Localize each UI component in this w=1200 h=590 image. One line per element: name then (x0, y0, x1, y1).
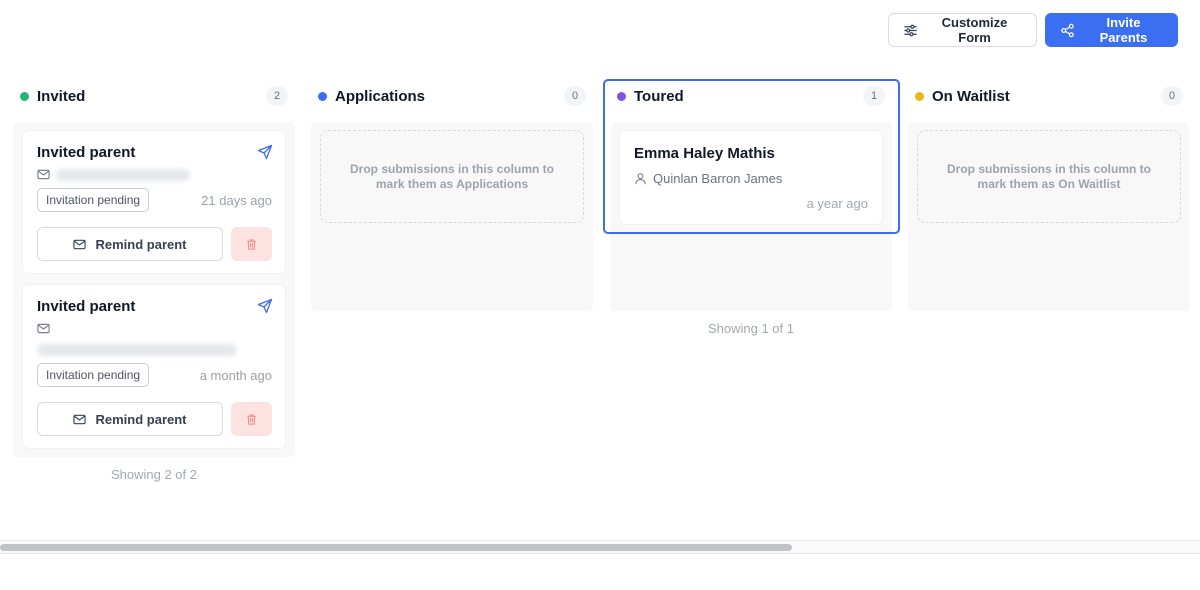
invite-card[interactable]: Invited parent Invitation pending 21 day… (22, 130, 286, 274)
column-applications: Applications 0 Drop submissions in this … (311, 82, 593, 311)
delete-button[interactable] (231, 227, 272, 261)
mail-icon (37, 169, 50, 180)
send-icon[interactable] (257, 144, 273, 160)
status-dot (318, 91, 327, 101)
card-actions: Remind parent (37, 402, 272, 436)
mail-icon (37, 323, 50, 334)
column-title: Applications (335, 87, 426, 105)
card-title: Invited parent (37, 298, 136, 315)
trash-icon (247, 238, 256, 250)
column-body[interactable]: Drop submissions in this column to mark … (908, 122, 1190, 311)
drop-zone[interactable]: Drop submissions in this column to mark … (917, 130, 1181, 223)
card-time: 21 days ago (201, 192, 272, 208)
status-dot (20, 91, 29, 101)
card-time: a year ago (806, 196, 868, 211)
column-title: On Waitlist (932, 87, 1010, 105)
status-badge: Invitation pending (37, 188, 150, 212)
status-row: Invitation pending 21 days ago (37, 188, 272, 212)
showing-count: Showing 2 of 2 (110, 467, 197, 482)
parent-row: Quinlan Barron James (634, 171, 868, 186)
column-count: 1 (863, 86, 885, 106)
invite-parents-button[interactable]: Invite Parents (1045, 13, 1178, 47)
column-header: Toured 1 (610, 82, 892, 110)
redacted-email (37, 344, 237, 356)
column-body: Invited parent Invitation pending 21 day… (13, 122, 295, 457)
column-toured: Toured 1 Emma Haley Mathis Quinlan Barro… (610, 82, 892, 336)
status-dot (915, 91, 924, 101)
customize-form-label: Customize Form (941, 15, 1008, 45)
invite-card[interactable]: Invited parent Invitation pending a mont… (22, 284, 286, 449)
share-icon (1061, 23, 1074, 37)
card-time: a month ago (199, 367, 272, 383)
remind-parent-label: Remind parent (95, 411, 187, 427)
scrollbar-thumb[interactable] (0, 544, 792, 551)
remind-parent-label: Remind parent (95, 236, 187, 252)
column-header: On Waitlist 0 (908, 82, 1190, 110)
child-name: Emma Haley Mathis (634, 145, 775, 162)
delete-button[interactable] (231, 402, 272, 436)
invite-parents-label: Invite Parents (1099, 15, 1148, 45)
card-actions: Remind parent (37, 227, 272, 261)
horizontal-scrollbar[interactable] (0, 540, 1200, 554)
column-title: Invited (37, 87, 86, 105)
column-body[interactable]: Drop submissions in this column to mark … (311, 122, 593, 311)
mail-icon (73, 414, 87, 424)
column-title: Toured (634, 87, 684, 105)
top-toolbar: Customize Form Invite Parents (888, 13, 1178, 47)
mail-icon (73, 239, 87, 249)
status-dot (617, 91, 626, 101)
parent-name: Quinlan Barron James (653, 171, 783, 186)
status-row: Invitation pending a month ago (37, 363, 272, 387)
redacted-email (56, 168, 190, 181)
drop-zone[interactable]: Drop submissions in this column to mark … (320, 130, 584, 223)
remind-parent-button[interactable]: Remind parent (37, 227, 223, 261)
column-count: 0 (564, 86, 586, 106)
column-count: 0 (1161, 86, 1183, 106)
status-badge: Invitation pending (37, 363, 150, 387)
column-body: Emma Haley Mathis Quinlan Barron James a… (610, 122, 892, 311)
card-title: Invited parent (37, 144, 136, 161)
showing-count: Showing 1 of 1 (707, 321, 794, 336)
user-icon (635, 173, 646, 185)
trash-icon (247, 413, 256, 425)
email-row (37, 168, 272, 181)
column-on-waitlist: On Waitlist 0 Drop submissions in this c… (908, 82, 1190, 311)
customize-form-button[interactable]: Customize Form (888, 13, 1037, 47)
column-invited: Invited 2 Invited parent Invitation pend… (13, 82, 295, 482)
column-count: 2 (266, 86, 288, 106)
sliders-icon (904, 24, 917, 36)
submission-card[interactable]: Emma Haley Mathis Quinlan Barron James a… (619, 130, 883, 225)
remind-parent-button[interactable]: Remind parent (37, 402, 223, 436)
send-icon[interactable] (257, 298, 273, 314)
column-header: Applications 0 (311, 82, 593, 110)
column-header: Invited 2 (13, 82, 295, 110)
email-row (37, 322, 272, 335)
